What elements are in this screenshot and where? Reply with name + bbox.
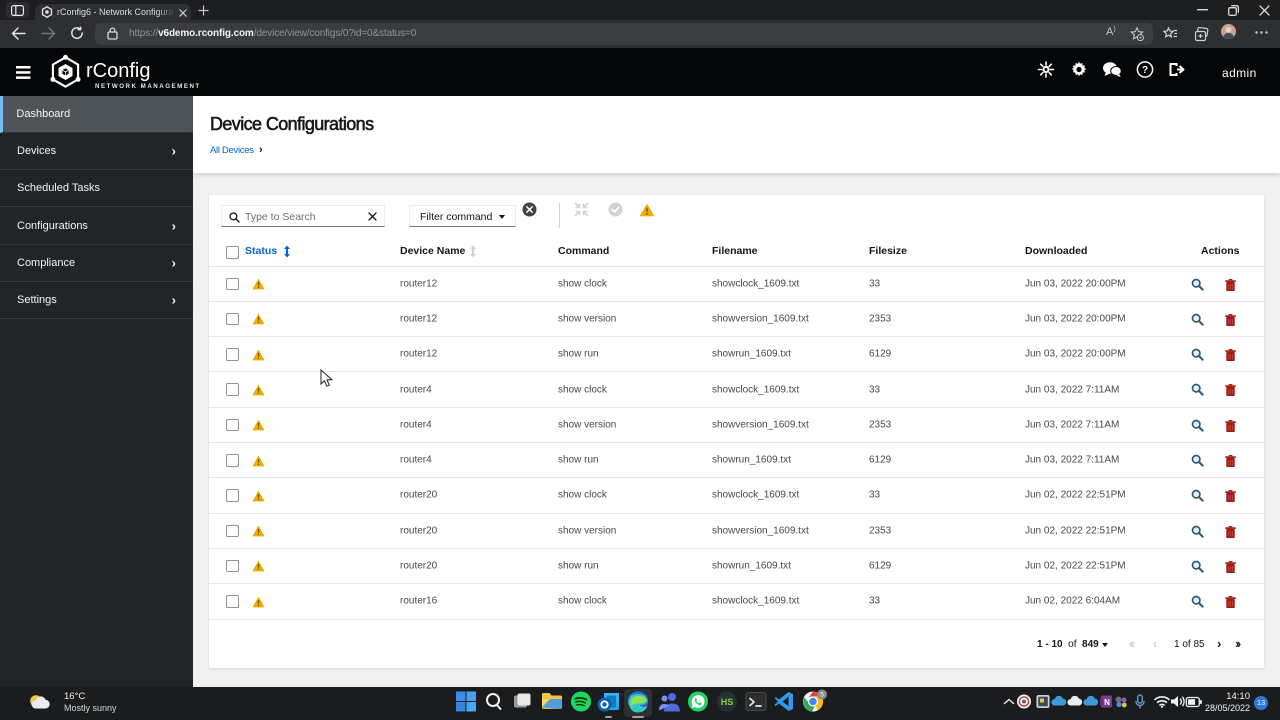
svg-text:?: ? — [1142, 65, 1148, 76]
svg-text:5: 5 — [820, 691, 824, 698]
svg-text:HS: HS — [721, 697, 734, 707]
svg-text:N: N — [1104, 698, 1110, 707]
